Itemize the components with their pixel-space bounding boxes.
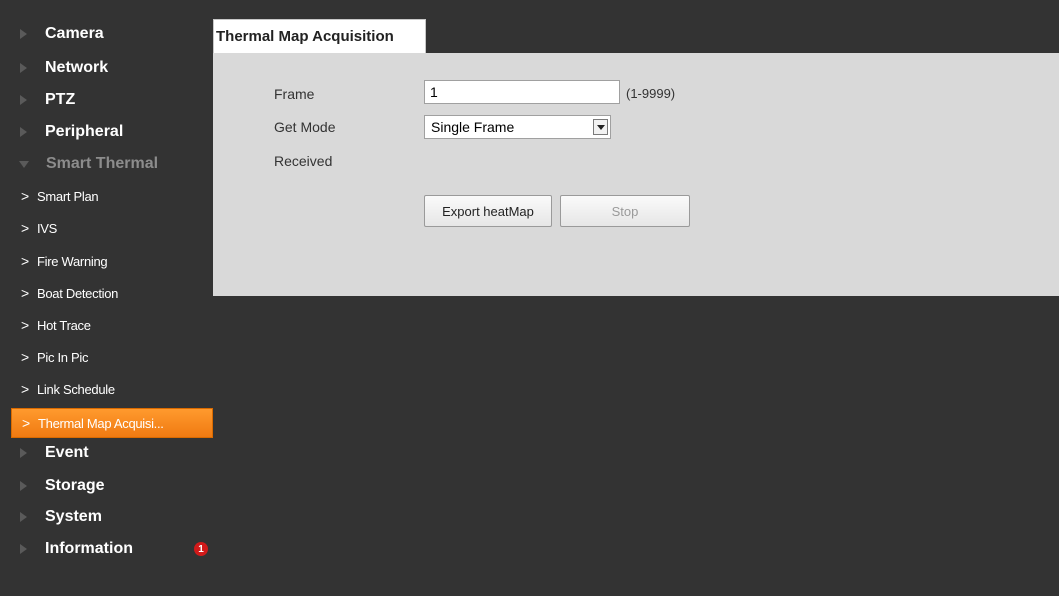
triangle-right-icon [20,29,27,39]
menu-item-label: PTZ [45,91,76,108]
sub-item-fire-warning[interactable]: > Fire Warning [11,246,213,276]
chevron-right-icon: > [21,381,30,397]
menu-item-event[interactable]: Event [11,438,213,468]
menu-item-storage[interactable]: Storage [11,471,213,501]
page-title: Thermal Map Acquisition [216,28,394,45]
sub-item-label: IVS [37,220,58,236]
get-mode-select[interactable]: Single Frame [424,115,611,139]
sub-item-smart-plan[interactable]: > Smart Plan [11,181,213,211]
triangle-right-icon [20,512,27,522]
menu-item-label: Smart Thermal [46,155,159,172]
triangle-right-icon [20,127,27,137]
menu-item-network[interactable]: Network [11,53,213,83]
notification-badge: 1 [194,542,208,556]
sub-item-pic-in-pic[interactable]: > Pic In Pic [11,342,213,372]
export-heatmap-button[interactable]: Export heatMap [424,195,552,227]
get-mode-value: Single Frame [431,119,515,135]
menu-item-label: System [45,508,102,525]
sub-item-label: Boat Detection [37,285,119,301]
sub-item-link-schedule[interactable]: > Link Schedule [11,374,213,404]
menu-item-label: Storage [45,477,105,494]
menu-item-label: Camera [45,25,104,42]
chevron-right-icon: > [22,415,31,431]
chevron-right-icon: > [21,349,30,365]
menu-item-system[interactable]: System [11,502,213,532]
frame-range-hint: (1-9999) [626,86,676,101]
menu-item-camera[interactable]: Camera [11,19,213,49]
triangle-right-icon [20,95,27,105]
menu-item-smart-thermal[interactable]: Smart Thermal [11,149,213,179]
sub-item-label: Pic In Pic [37,349,89,365]
sub-item-label: Smart Plan [37,188,99,204]
sub-item-ivs[interactable]: > IVS [11,213,213,243]
triangle-right-icon [20,481,27,491]
menu-item-label: Information [45,540,133,557]
chevron-right-icon: > [21,317,30,333]
menu-item-peripheral[interactable]: Peripheral [11,117,213,147]
menu-item-label: Network [45,59,109,76]
received-label: Received [274,153,333,169]
dropdown-arrow-icon[interactable] [593,119,608,135]
triangle-down-icon [19,160,29,168]
sub-item-label: Fire Warning [37,253,108,269]
frame-label: Frame [274,86,315,102]
chevron-right-icon: > [21,188,30,204]
sub-item-hot-trace[interactable]: > Hot Trace [11,310,213,340]
thermal-map-form: Frame (1-9999) Get Mode Single Frame Rec… [213,53,1059,296]
triangle-right-icon [20,448,27,458]
sub-item-thermal-map-acquisition[interactable]: > Thermal Map Acquisi... [11,408,213,438]
chevron-right-icon: > [21,220,30,236]
triangle-right-icon [20,544,27,554]
get-mode-label: Get Mode [274,119,336,135]
menu-item-label: Event [45,444,89,461]
menu-item-information[interactable]: Information 1 [11,534,213,564]
sub-item-label: Hot Trace [37,317,91,333]
menu-item-ptz[interactable]: PTZ [11,85,213,115]
stop-button[interactable]: Stop [560,195,690,227]
frame-input[interactable] [424,80,620,104]
sub-item-label: Thermal Map Acquisi... [38,415,164,431]
menu-item-label: Peripheral [45,123,124,140]
triangle-right-icon [20,63,27,73]
sub-item-boat-detection[interactable]: > Boat Detection [11,278,213,308]
tab-thermal-map-acquisition[interactable]: Thermal Map Acquisition [213,19,426,53]
sub-item-label: Link Schedule [37,381,115,397]
chevron-right-icon: > [21,285,30,301]
chevron-right-icon: > [21,253,30,269]
